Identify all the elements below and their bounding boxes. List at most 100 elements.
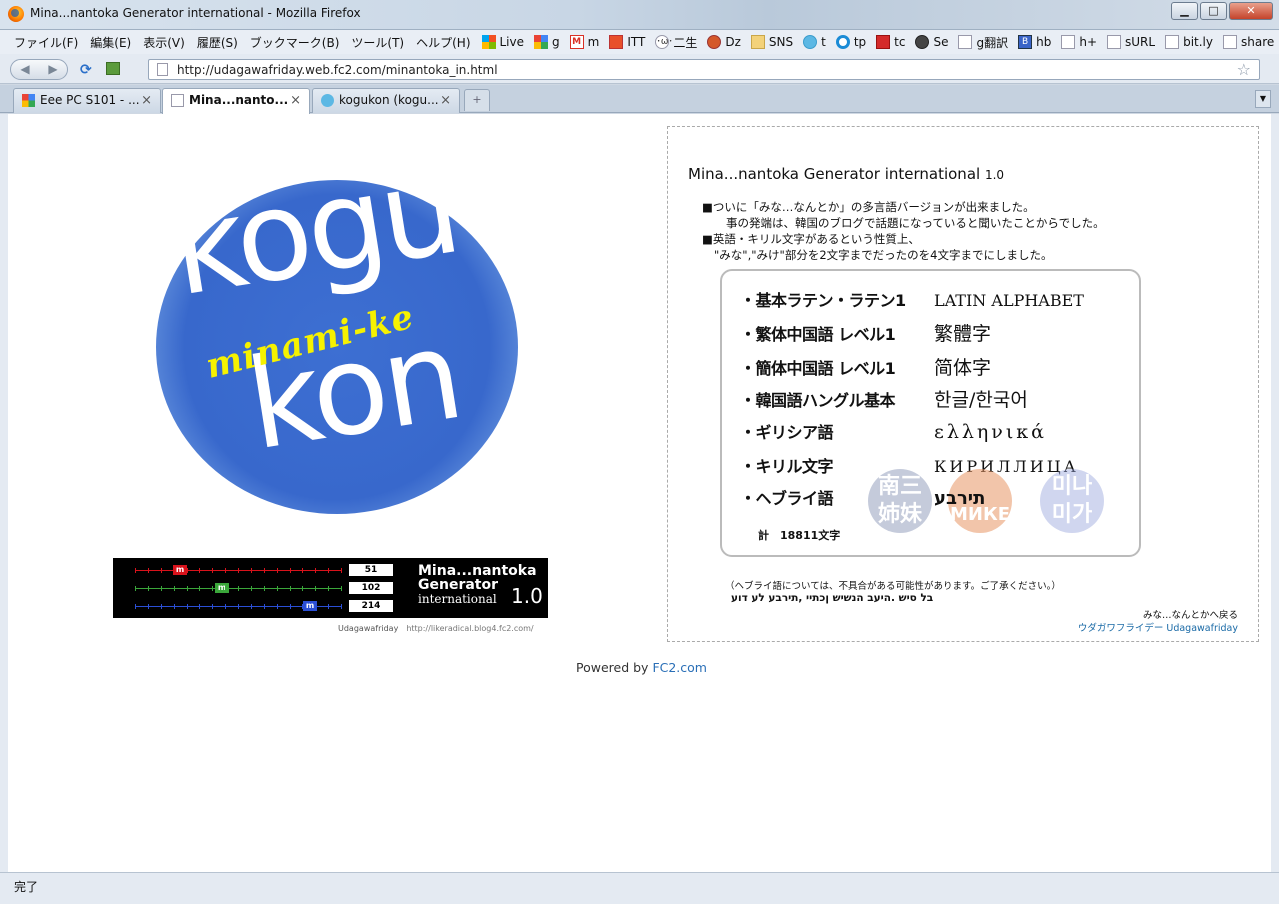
- maximize-button[interactable]: □: [1200, 2, 1227, 20]
- home-icon[interactable]: [106, 62, 120, 75]
- window-titlebar: Mina...nantoka Generator international -…: [0, 0, 1279, 30]
- badge-mina-mika: 미나 미가: [1040, 469, 1104, 533]
- slider-tick: [277, 568, 278, 573]
- slider-tick: [302, 586, 303, 591]
- back-link[interactable]: みな…なんとかへ戻る: [1078, 609, 1238, 622]
- face-icon: ･ω･: [655, 35, 673, 49]
- twitter-icon: [803, 35, 818, 49]
- new-tab-button[interactable]: +: [464, 89, 490, 111]
- bookmark-sns[interactable]: SNS: [746, 35, 798, 49]
- bookmark-dz[interactable]: Dz: [702, 35, 746, 49]
- slider-tick: [264, 586, 265, 591]
- slider-tick: [135, 568, 136, 573]
- bookmark-tp[interactable]: tp: [831, 35, 871, 49]
- bookmark-hplus[interactable]: h+: [1056, 35, 1102, 49]
- slider-tick: [277, 604, 278, 609]
- slider-value: 214: [349, 600, 393, 612]
- tab-list-button[interactable]: ▼: [1255, 90, 1271, 108]
- back-links: みな…なんとかへ戻る ウダガワフライデー Udagawafriday: [1078, 609, 1238, 635]
- slider-tick: [212, 586, 213, 591]
- page-icon: [1222, 35, 1237, 49]
- star-icon[interactable]: ☆: [1237, 60, 1251, 79]
- bookmark-surl[interactable]: sURL: [1102, 35, 1160, 49]
- minimize-button[interactable]: ▁: [1171, 2, 1198, 20]
- bookmark-se[interactable]: Se: [910, 35, 953, 49]
- forward-icon[interactable]: ▶: [39, 60, 67, 79]
- page-icon: [157, 63, 168, 76]
- slider-tick: [225, 604, 226, 609]
- back-icon[interactable]: ◀: [11, 60, 39, 79]
- window-title: Mina...nantoka Generator international -…: [30, 6, 361, 20]
- close-tab-icon[interactable]: ×: [141, 93, 152, 108]
- menu-view[interactable]: 表示(V): [137, 34, 191, 51]
- slider-tick: [315, 586, 316, 591]
- panel-title: Mina...nantoka Generator international 1…: [688, 165, 1005, 183]
- hebrew-note-he: בל סיש .היעב הנשיש ןכתיי ,תירבע לע דוע: [731, 592, 934, 604]
- menu-history[interactable]: 履歴(S): [191, 34, 244, 51]
- bookmark-g[interactable]: g: [529, 35, 565, 49]
- slider-tick: [135, 586, 136, 591]
- slider-tick: [174, 586, 175, 591]
- page-icon: [958, 35, 973, 49]
- kogukon-logo: kogu kon minami-ke: [156, 138, 518, 518]
- powered-by: Powered by FC2.com: [576, 660, 707, 675]
- menu-tools[interactable]: ツール(T): [345, 34, 410, 51]
- slider-tick: [238, 586, 239, 591]
- slider-value: 51: [349, 564, 393, 576]
- close-tab-icon[interactable]: ×: [440, 93, 451, 108]
- slider-tick: [277, 586, 278, 591]
- target-icon: [835, 35, 850, 49]
- slider-tick: [328, 568, 329, 573]
- tab-mina-nantoka[interactable]: Mina...nanto... ×: [162, 88, 310, 114]
- slider-tick: [148, 586, 149, 591]
- close-tab-icon[interactable]: ×: [290, 93, 301, 108]
- slider-tick: [148, 604, 149, 609]
- language-row: ・ヘブライ語 תירבע: [740, 488, 986, 509]
- slider-tick: [161, 568, 162, 573]
- close-button[interactable]: ✕: [1229, 2, 1273, 20]
- menu-file[interactable]: ファイル(F): [8, 34, 84, 51]
- slider-value: 102: [349, 582, 393, 594]
- bookmark-hb[interactable]: Bhb: [1013, 35, 1056, 49]
- bookmark-bitly[interactable]: bit.ly: [1160, 35, 1218, 49]
- bookmark-share[interactable]: share: [1218, 35, 1279, 49]
- slider-tick: [161, 604, 162, 609]
- reload-icon[interactable]: ⟳: [80, 62, 92, 78]
- author-link[interactable]: ウダガワフライデー Udagawafriday: [1078, 622, 1238, 635]
- gmail-icon: M: [569, 35, 584, 49]
- slider-tick: [251, 568, 252, 573]
- fc2-link[interactable]: FC2.com: [652, 660, 707, 675]
- slider-tick: [315, 568, 316, 573]
- bookmark-live[interactable]: Live: [477, 35, 530, 49]
- bookmark-itt[interactable]: ITT: [604, 35, 650, 49]
- language-row: ・韓国語ハングル基本 한글/한국어: [740, 389, 1028, 411]
- slider-tick: [187, 604, 188, 609]
- menu-bookmarks[interactable]: ブックマーク(B): [244, 34, 346, 51]
- google-icon: [22, 94, 35, 107]
- window-controls: ▁ □ ✕: [1171, 2, 1273, 20]
- bookmark-gtranslate[interactable]: g翻訳: [953, 34, 1013, 51]
- menu-edit[interactable]: 編集(E): [84, 34, 137, 51]
- menu-help[interactable]: ヘルプ(H): [410, 34, 476, 51]
- slider-tick: [199, 568, 200, 573]
- tab-eee-pc[interactable]: Eee PC S101 - ... ×: [13, 88, 161, 113]
- bookmark-m[interactable]: Mm: [565, 35, 605, 49]
- banner-caption: Udagawafriday http://likeradical.blog4.fc…: [338, 624, 534, 633]
- panel-description: ■ついに「みな…なんとか」の多言語バージョンが出来ました。 事の発端は、韓国のブ…: [702, 200, 1105, 262]
- slider-tick: [225, 586, 226, 591]
- status-text: 完了: [14, 880, 39, 894]
- slider-track-green: m: [135, 583, 342, 593]
- slider-marker: m: [215, 583, 229, 593]
- bookmark-t[interactable]: t: [798, 35, 831, 49]
- slider-tick: [328, 586, 329, 591]
- url-bar[interactable]: http://udagawafriday.web.fc2.com/minanto…: [148, 59, 1260, 80]
- slider-tick: [290, 568, 291, 573]
- slider-tick: [161, 586, 162, 591]
- google-icon: [534, 35, 549, 49]
- generator-banner[interactable]: m 51 m 102 m 214 Mina...nantoka Generato…: [113, 558, 548, 618]
- tab-kogukon[interactable]: kogukon (kogu... ×: [312, 88, 460, 113]
- bookmark-tc[interactable]: tc: [871, 35, 910, 49]
- language-row: ・ギリシア語 ελληνικά: [740, 421, 1048, 443]
- bookmark-nisei[interactable]: ･ω･ 二生: [650, 34, 702, 51]
- slider-tick: [187, 568, 188, 573]
